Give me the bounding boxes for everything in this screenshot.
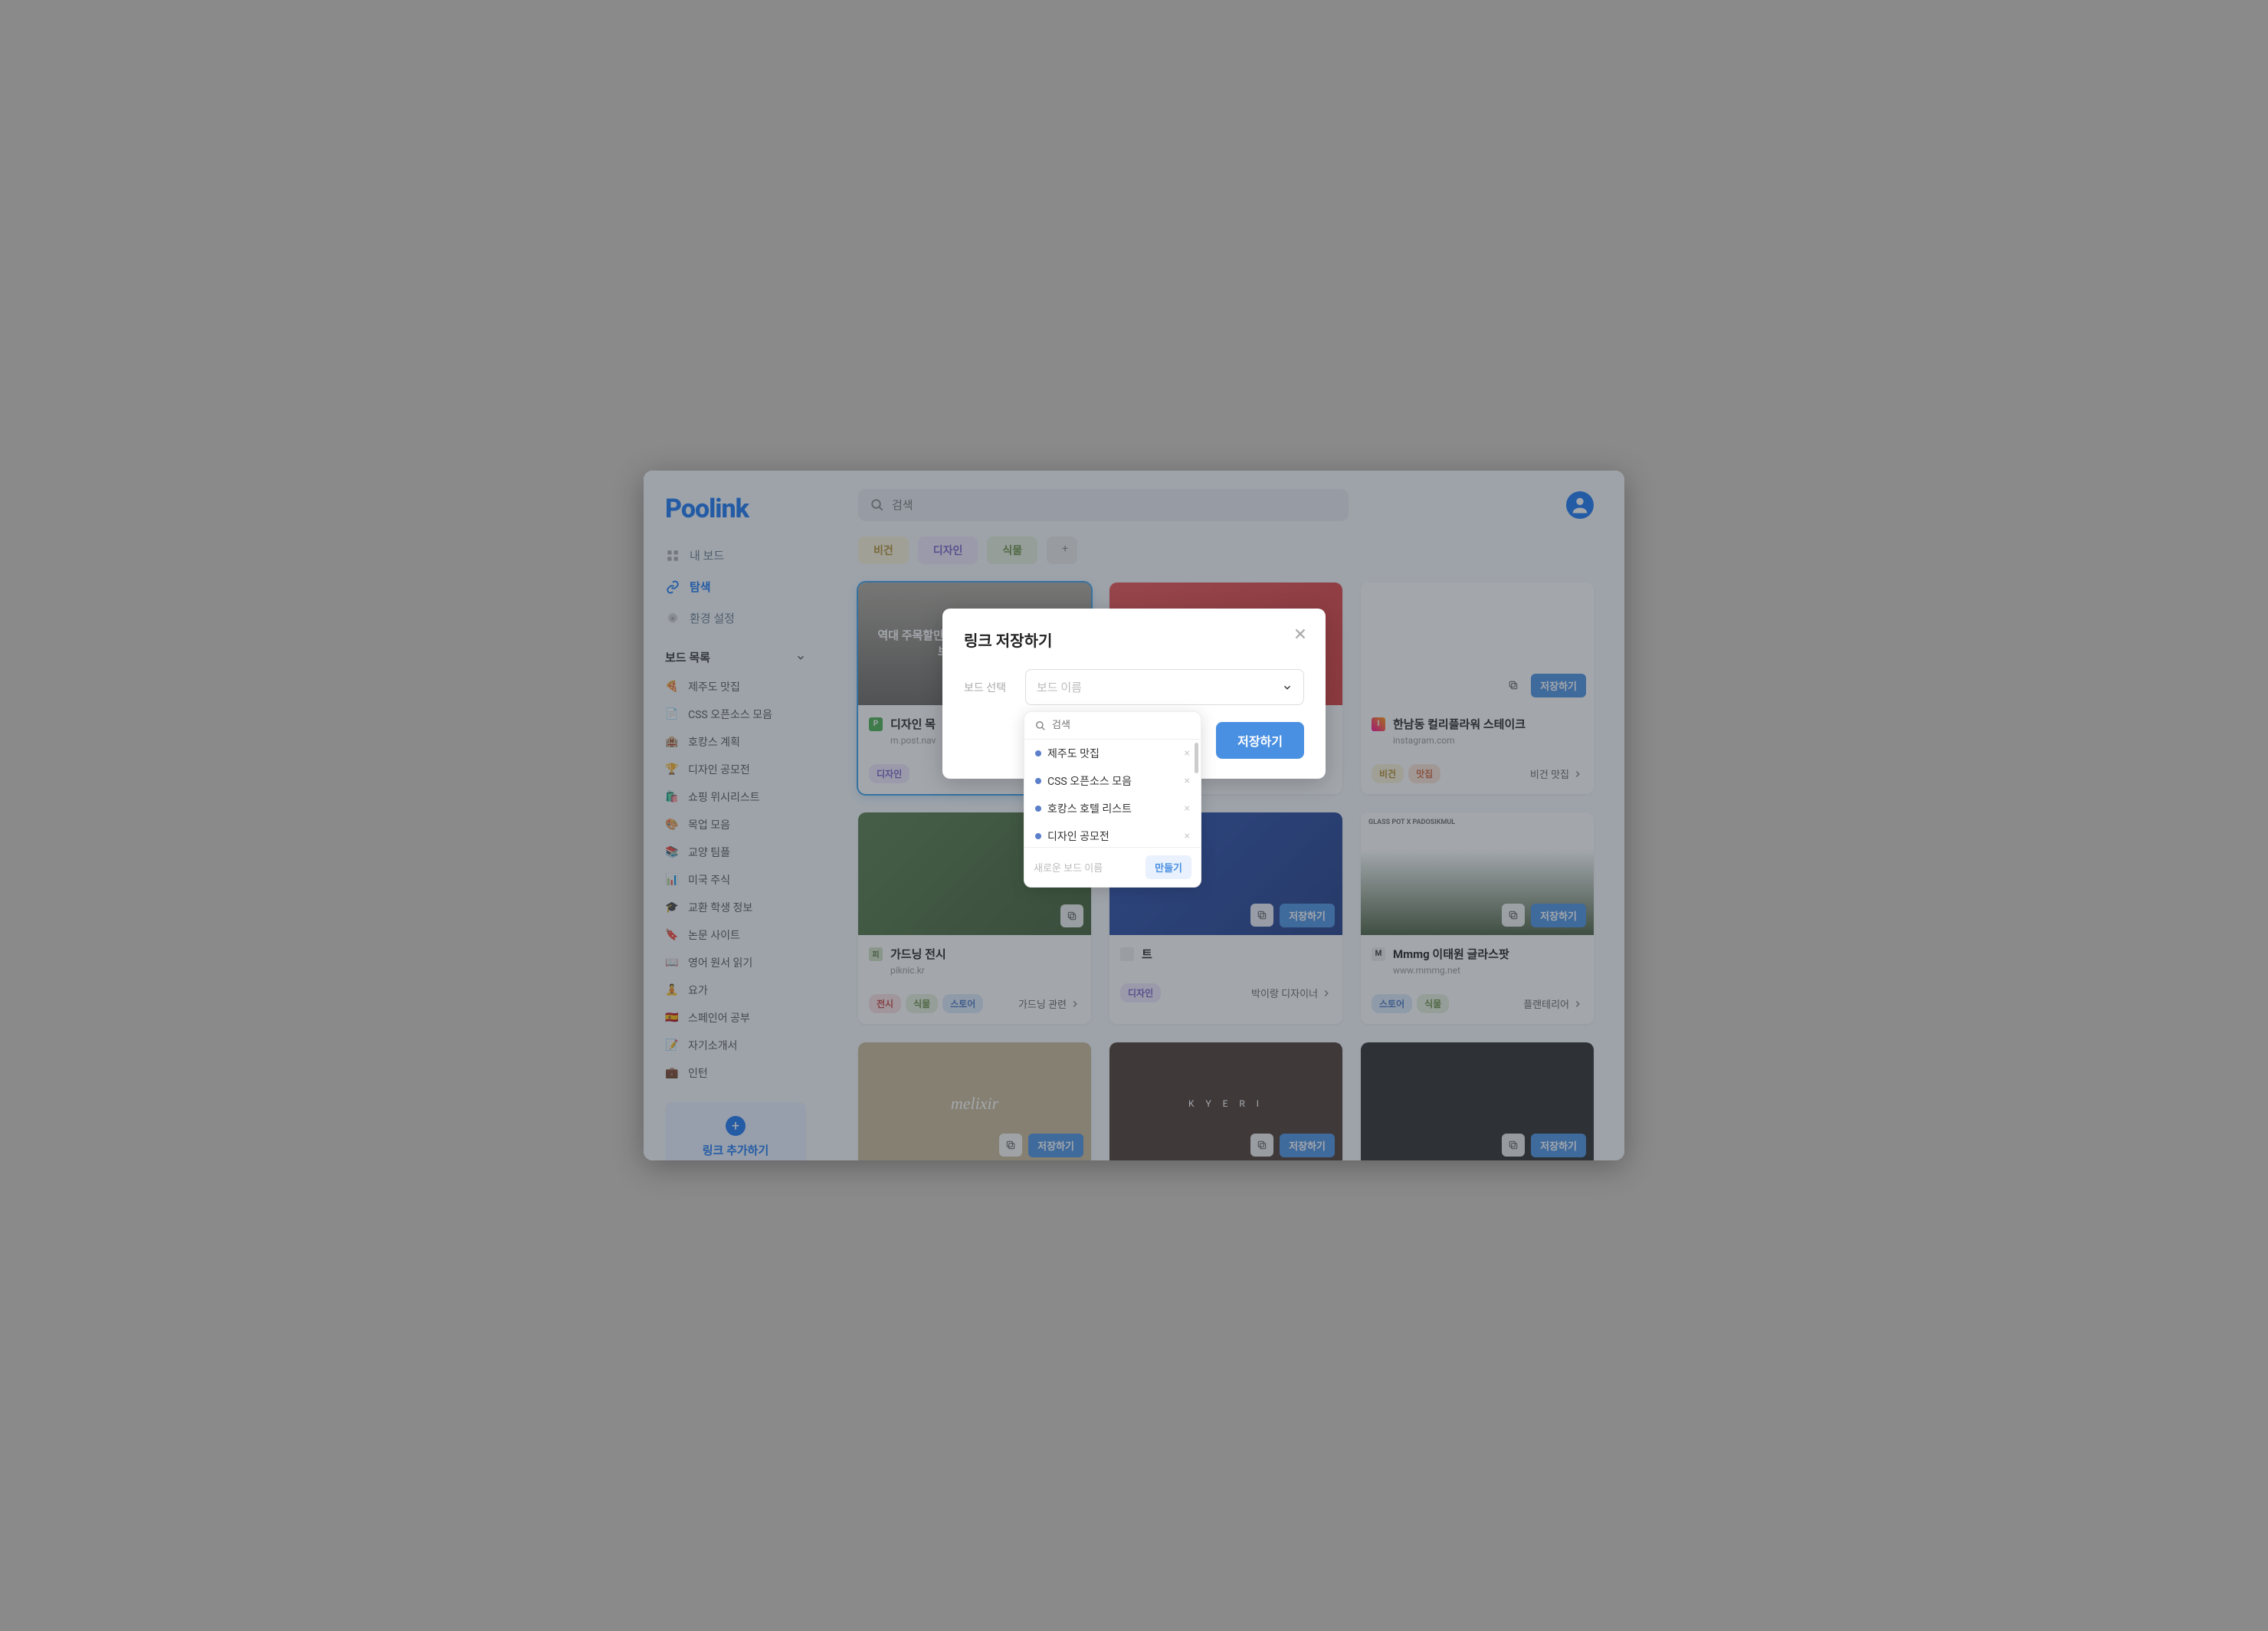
dropdown-item-label: 디자인 공모전 bbox=[1047, 829, 1109, 844]
bullet-icon bbox=[1035, 750, 1041, 756]
chevron-down-icon bbox=[1282, 682, 1293, 693]
dropdown-item[interactable]: 제주도 맛집 × bbox=[1024, 740, 1201, 767]
delete-icon[interactable]: × bbox=[1185, 775, 1190, 787]
board-select-placeholder: 보드 이름 bbox=[1037, 679, 1082, 695]
modal-overlay[interactable]: 링크 저장하기 보드 선택 보드 이름 저장하기 제주도 맛집×CSS 오픈소스… bbox=[644, 471, 1624, 1160]
save-link-modal: 링크 저장하기 보드 선택 보드 이름 저장하기 제주도 맛집×CSS 오픈소스… bbox=[942, 609, 1326, 779]
dropdown-item[interactable]: CSS 오픈소스 모음 × bbox=[1024, 767, 1201, 795]
create-board-button[interactable]: 만들기 bbox=[1145, 855, 1191, 879]
new-board-placeholder[interactable]: 새로운 보드 이름 bbox=[1034, 860, 1139, 875]
board-dropdown: 제주도 맛집×CSS 오픈소스 모음×호캉스 호텔 리스트×디자인 공모전×교양… bbox=[1024, 711, 1201, 888]
dropdown-item[interactable]: 디자인 공모전 × bbox=[1024, 822, 1201, 847]
close-icon bbox=[1292, 625, 1309, 642]
close-button[interactable] bbox=[1292, 625, 1309, 645]
dropdown-item-label: CSS 오픈소스 모음 bbox=[1047, 773, 1132, 789]
dropdown-item-label: 제주도 맛집 bbox=[1047, 746, 1100, 761]
search-icon bbox=[1035, 720, 1046, 731]
modal-title: 링크 저장하기 bbox=[964, 628, 1304, 651]
dropdown-item[interactable]: 호캉스 호텔 리스트 × bbox=[1024, 795, 1201, 822]
scrollbar[interactable] bbox=[1195, 743, 1198, 773]
modal-save-button[interactable]: 저장하기 bbox=[1216, 722, 1304, 759]
bullet-icon bbox=[1035, 806, 1041, 812]
dropdown-search[interactable] bbox=[1024, 712, 1201, 740]
bullet-icon bbox=[1035, 833, 1041, 839]
bullet-icon bbox=[1035, 778, 1041, 784]
board-select[interactable]: 보드 이름 bbox=[1025, 669, 1304, 705]
dropdown-list[interactable]: 제주도 맛집×CSS 오픈소스 모음×호캉스 호텔 리스트×디자인 공모전×교양… bbox=[1024, 740, 1201, 847]
board-select-label: 보드 선택 bbox=[964, 680, 1010, 695]
dropdown-item-label: 호캉스 호텔 리스트 bbox=[1047, 801, 1132, 816]
delete-icon[interactable]: × bbox=[1185, 802, 1190, 815]
dropdown-search-input[interactable] bbox=[1052, 720, 1190, 731]
delete-icon[interactable]: × bbox=[1185, 830, 1190, 842]
delete-icon[interactable]: × bbox=[1185, 747, 1190, 760]
